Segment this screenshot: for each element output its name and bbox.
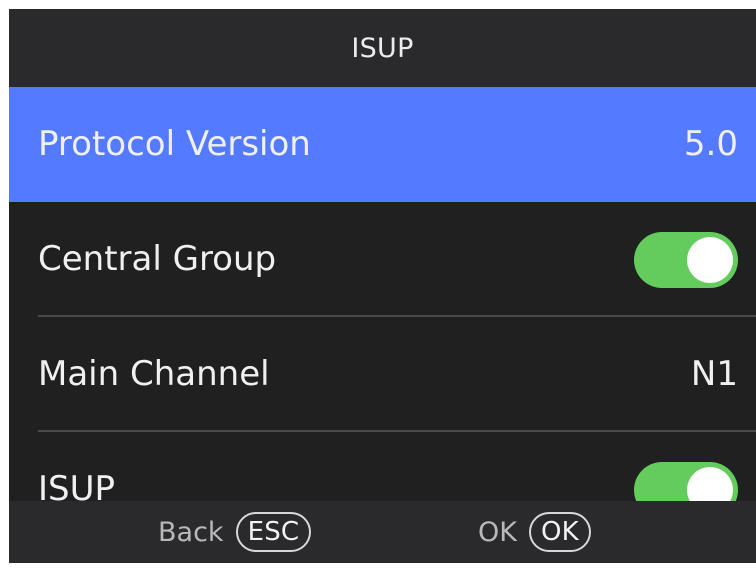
central-group-label: Central Group	[38, 239, 277, 279]
protocol-version-label: Protocol Version	[38, 124, 311, 164]
page-title: ISUP	[351, 32, 414, 64]
esc-key-badge: ESC	[235, 512, 312, 552]
isup-label: ISUP	[38, 469, 115, 501]
central-group-toggle[interactable]	[634, 232, 738, 288]
ok-label: OK	[478, 516, 517, 548]
isup-toggle[interactable]	[634, 462, 738, 501]
device-screen: ISUP Protocol Version 5.0 Central Group …	[9, 9, 756, 563]
protocol-version-value: 5.0	[683, 124, 738, 164]
protocol-version-item[interactable]: Protocol Version 5.0	[9, 87, 756, 202]
central-group-item[interactable]: Central Group	[9, 202, 756, 317]
central-group-toggle-knob	[687, 237, 733, 283]
settings-list: Protocol Version 5.0 Central Group Main …	[9, 87, 756, 501]
header-bar: ISUP	[9, 9, 756, 87]
isup-item[interactable]: ISUP	[9, 432, 756, 501]
isup-toggle-knob	[687, 467, 733, 501]
main-channel-item[interactable]: Main Channel N1	[9, 317, 756, 432]
back-label: Back	[158, 516, 224, 548]
ok-button[interactable]: OK OK	[478, 501, 591, 563]
main-channel-value: N1	[690, 354, 738, 394]
back-button[interactable]: Back ESC	[158, 501, 312, 563]
footer-bar: Back ESC OK OK	[9, 501, 756, 563]
main-channel-label: Main Channel	[38, 354, 270, 394]
ok-key-badge: OK	[528, 512, 591, 552]
